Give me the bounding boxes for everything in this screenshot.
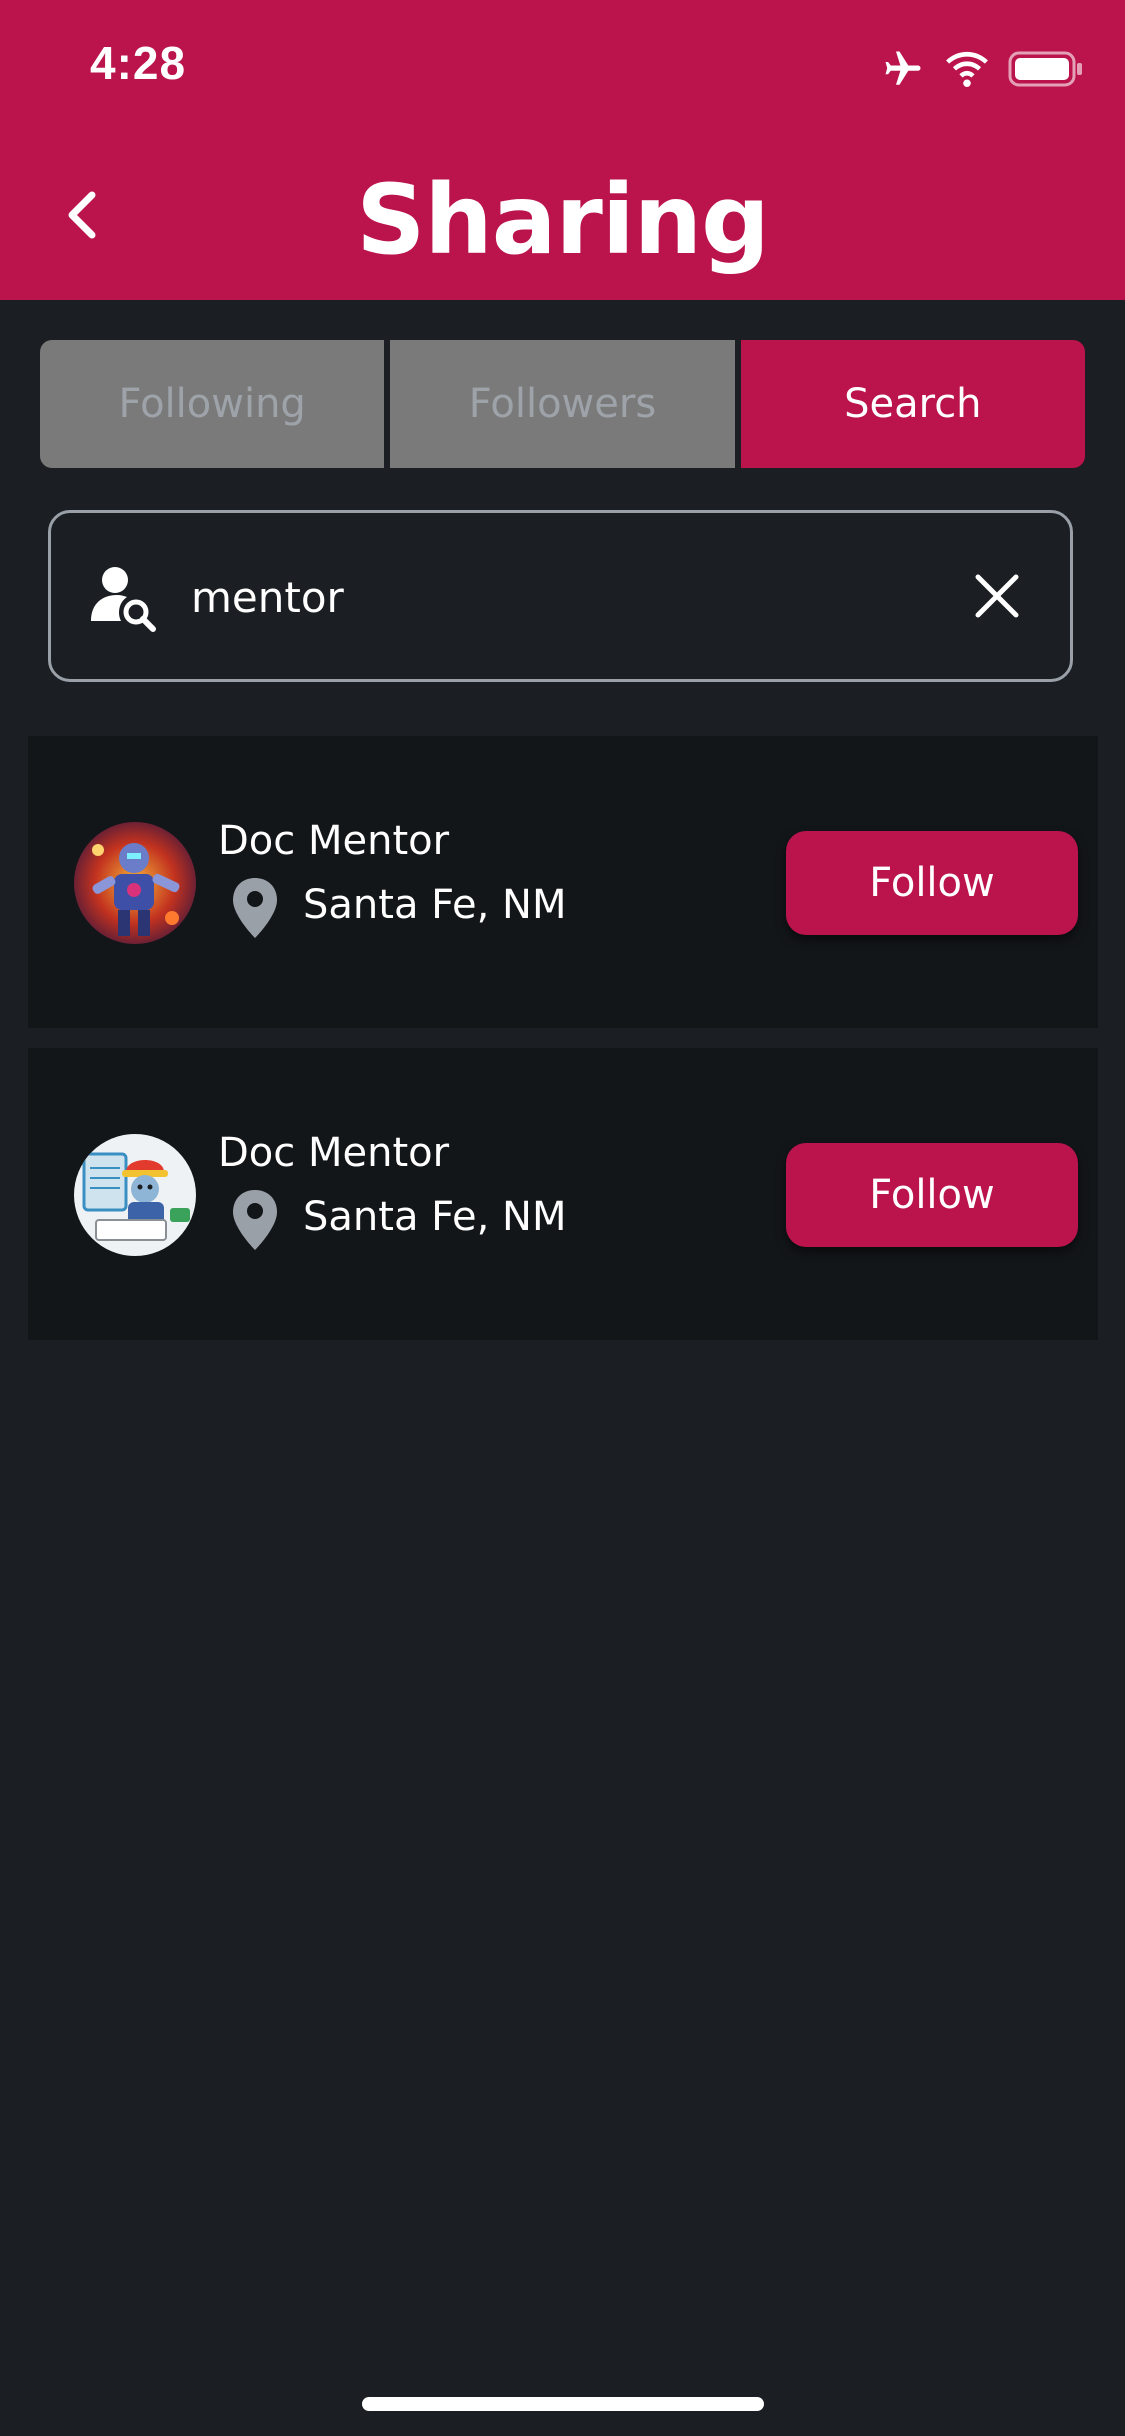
user-location: Santa Fe, NM <box>303 882 567 928</box>
wifi-icon <box>946 51 988 88</box>
robot-avatar <box>74 822 196 944</box>
airplane-icon <box>885 51 921 85</box>
home-indicator[interactable] <box>362 2397 764 2411</box>
firefighter-avatar <box>74 1134 196 1256</box>
user-search-icon <box>91 567 156 632</box>
search-input[interactable] <box>191 549 991 645</box>
app-header: 4:28 Sharing <box>0 0 1125 300</box>
tab-search[interactable]: Search <box>740 340 1085 468</box>
tab-following[interactable]: Following <box>40 340 385 468</box>
status-time: 4:28 <box>90 37 187 89</box>
avatar[interactable] <box>74 822 196 944</box>
location-pin-icon <box>233 878 277 938</box>
follow-button[interactable]: Follow <box>786 1143 1078 1247</box>
battery-icon <box>1008 51 1082 87</box>
avatar[interactable] <box>74 1134 196 1256</box>
tab-followers[interactable]: Followers <box>390 340 735 468</box>
search-box <box>48 510 1073 682</box>
user-name: Doc Mentor <box>218 818 450 864</box>
page-title: Sharing <box>356 164 770 276</box>
list-item[interactable]: Doc Mentor Santa Fe, NM Follow <box>28 736 1098 1028</box>
close-icon[interactable] <box>966 565 1028 627</box>
status-icons <box>880 46 1084 92</box>
list-item[interactable]: Doc Mentor Santa Fe, NM Follow <box>28 1048 1098 1340</box>
user-name: Doc Mentor <box>218 1130 450 1176</box>
segmented-tabs: Following Followers Search <box>40 340 1085 470</box>
follow-button[interactable]: Follow <box>786 831 1078 935</box>
location-pin-icon <box>233 1190 277 1250</box>
user-location: Santa Fe, NM <box>303 1194 567 1240</box>
